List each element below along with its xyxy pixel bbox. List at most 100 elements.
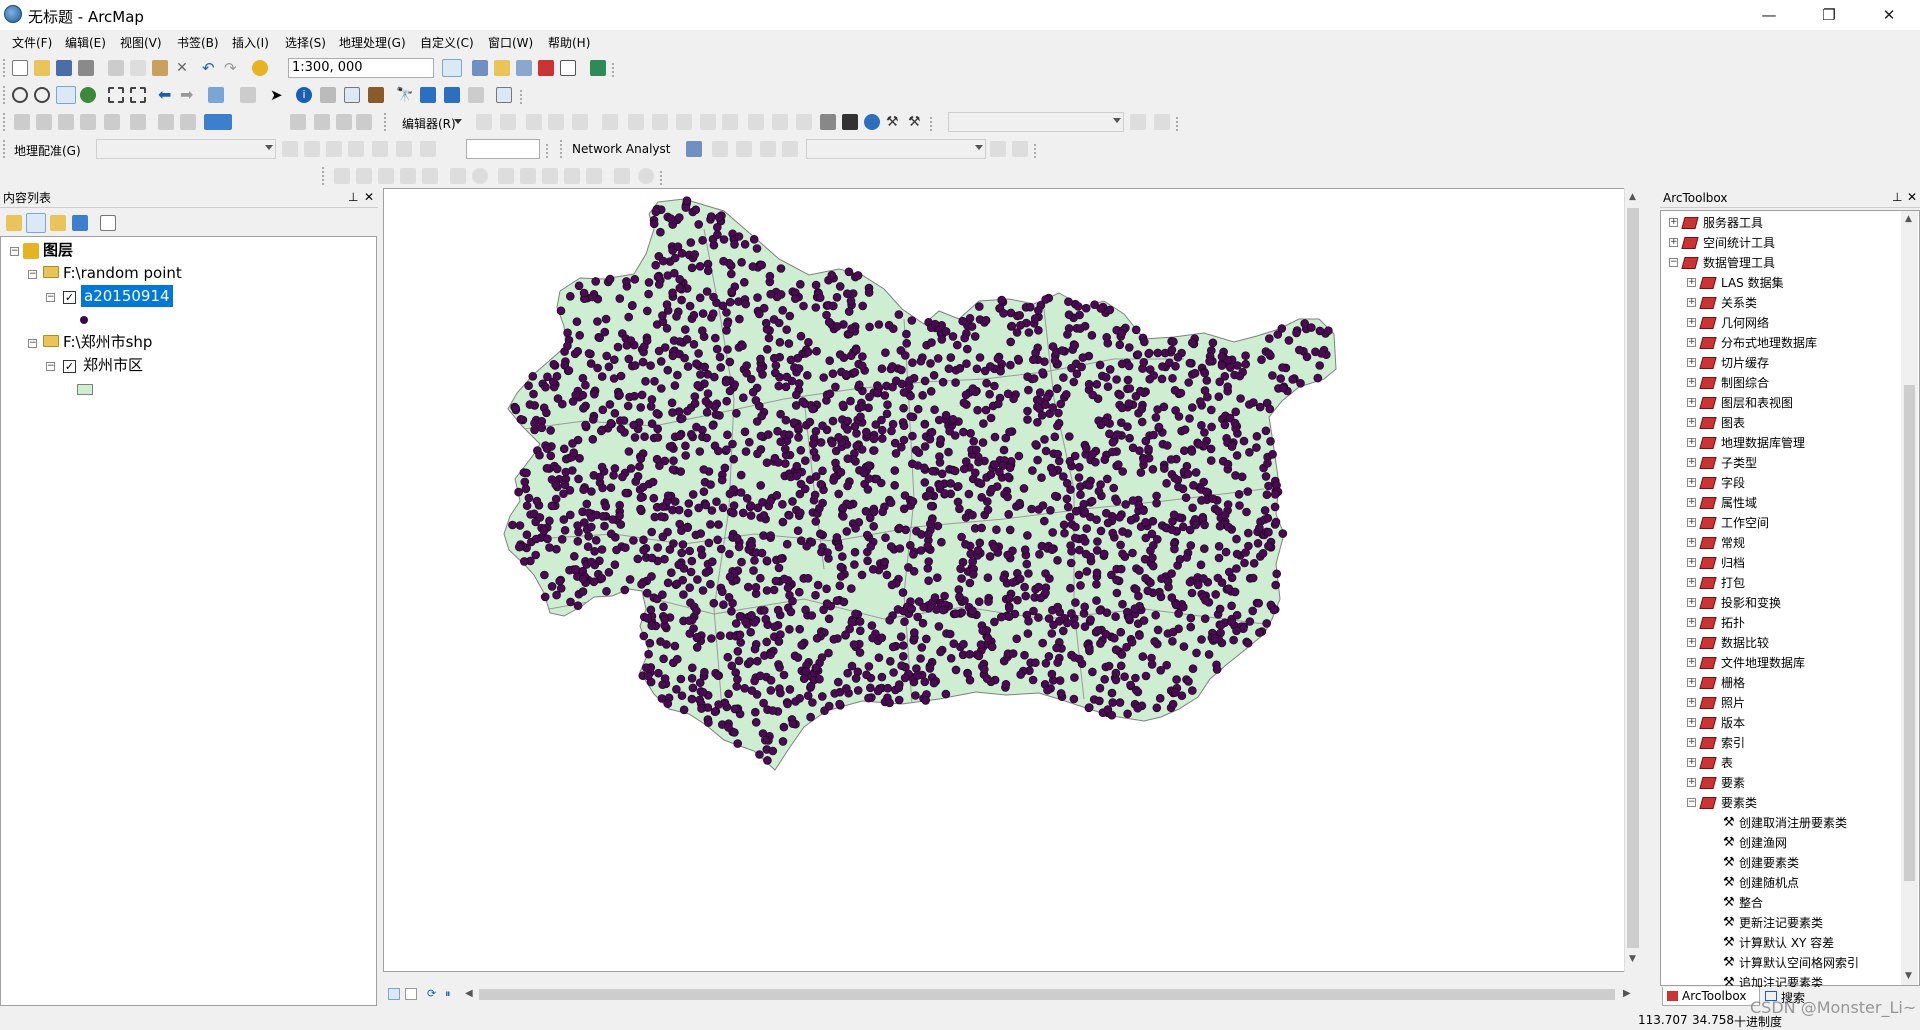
- menu-file[interactable]: 文件(F): [12, 34, 52, 51]
- expand-toggle[interactable]: +: [1687, 738, 1696, 747]
- toolbar-overflow[interactable]: [546, 144, 550, 158]
- expand-toggle[interactable]: +: [1687, 718, 1696, 727]
- layer-name[interactable]: 郑州市区: [83, 354, 143, 376]
- data-view-icon[interactable]: [388, 988, 400, 1000]
- expand-toggle[interactable]: +: [1687, 398, 1696, 407]
- list-by-visibility-icon[interactable]: [50, 215, 66, 231]
- list-by-source-icon[interactable]: [26, 213, 46, 233]
- toolset-item[interactable]: 图层和表视图: [1721, 393, 1793, 413]
- toolset-item[interactable]: 制图综合: [1721, 373, 1769, 393]
- map-view[interactable]: [383, 188, 1626, 972]
- georeferencing-menu[interactable]: 地理配准(G): [14, 142, 81, 159]
- editor-menu[interactable]: 编辑器(R): [402, 115, 456, 132]
- toolset-item[interactable]: 要素类: [1721, 793, 1757, 813]
- refresh-icon[interactable]: ⟳: [427, 987, 436, 1000]
- color-swatch-icon[interactable]: [204, 114, 232, 130]
- undo-icon[interactable]: ↶: [202, 60, 218, 76]
- scroll-thumb[interactable]: [479, 989, 1615, 1000]
- go-to-xy-icon[interactable]: [444, 87, 460, 103]
- toolbar-overflow[interactable]: [520, 90, 524, 104]
- menu-selection[interactable]: 选择(S): [285, 34, 326, 51]
- full-extent-icon[interactable]: [80, 87, 96, 103]
- expand-toggle[interactable]: +: [1687, 438, 1696, 447]
- scroll-thumb[interactable]: [1627, 208, 1639, 948]
- save-icon[interactable]: [56, 60, 72, 76]
- expand-toggle[interactable]: +: [1687, 578, 1696, 587]
- expand-toggle[interactable]: +: [1687, 758, 1696, 767]
- pin-icon[interactable]: ⊥: [1892, 190, 1902, 204]
- toc-window-icon[interactable]: [472, 60, 488, 76]
- toolset-item[interactable]: 几何网络: [1721, 313, 1769, 333]
- menu-bookmarks[interactable]: 书签(B): [177, 34, 219, 51]
- map-horizontal-scrollbar[interactable]: ⟳ ⏸ ◀ ▶: [383, 986, 1641, 1003]
- find-icon[interactable]: 🔭: [396, 87, 413, 103]
- tool-item[interactable]: 创建随机点: [1739, 873, 1799, 893]
- tool-item[interactable]: 创建渔网: [1739, 833, 1787, 853]
- scroll-down-icon[interactable]: ▼: [1905, 971, 1912, 981]
- toolbox-item[interactable]: 服务器工具: [1703, 213, 1763, 233]
- expand-toggle[interactable]: +: [1687, 538, 1696, 547]
- layers-root[interactable]: 图层: [43, 239, 73, 261]
- toolset-item[interactable]: 工作空间: [1721, 513, 1769, 533]
- toolset-item[interactable]: 子类型: [1721, 453, 1757, 473]
- expand-toggle[interactable]: −: [1687, 798, 1696, 807]
- toolset-item[interactable]: 文件地理数据库: [1721, 653, 1805, 673]
- forward-extent-icon[interactable]: ➡: [180, 87, 196, 103]
- toolbox-item[interactable]: 数据管理工具: [1703, 253, 1775, 273]
- toolbox-scrollbar[interactable]: ▲ ▼: [1901, 211, 1918, 985]
- identify-icon[interactable]: i: [296, 87, 312, 103]
- map-canvas[interactable]: [384, 189, 1625, 971]
- minimize-button[interactable]: —: [1746, 0, 1792, 30]
- expand-toggle[interactable]: +: [1687, 678, 1696, 687]
- expand-toggle[interactable]: +: [1687, 378, 1696, 387]
- python-window-icon[interactable]: [560, 60, 576, 76]
- toolbar-overflow[interactable]: [612, 63, 616, 77]
- expand-toggle[interactable]: +: [1687, 358, 1696, 367]
- menu-help[interactable]: 帮助(H): [548, 34, 590, 51]
- data-source-path[interactable]: F:\郑州市shp: [63, 331, 152, 353]
- menu-geoprocessing[interactable]: 地理处理(G): [339, 34, 406, 51]
- delete-icon[interactable]: ✕: [174, 60, 190, 76]
- scroll-up-icon[interactable]: ▲: [1629, 192, 1636, 202]
- measure-icon[interactable]: [368, 87, 384, 103]
- tool-item[interactable]: 创建要素类: [1739, 853, 1799, 873]
- open-icon[interactable]: [34, 60, 50, 76]
- list-by-drawing-order-icon[interactable]: [6, 215, 22, 231]
- arctoolbox-icon[interactable]: [538, 60, 554, 76]
- scroll-left-icon[interactable]: ◀: [465, 988, 473, 999]
- modelbuilder-icon[interactable]: [590, 60, 606, 76]
- layer-visibility-checkbox[interactable]: ✓: [63, 291, 76, 304]
- expand-toggle[interactable]: +: [1687, 498, 1696, 507]
- menu-edit[interactable]: 编辑(E): [65, 34, 106, 51]
- hyperlink-icon[interactable]: [320, 87, 336, 103]
- map-vertical-scrollbar[interactable]: ▲ ▼: [1624, 188, 1641, 972]
- fixed-zoom-out-icon[interactable]: [130, 87, 146, 103]
- expand-toggle[interactable]: +: [1687, 318, 1696, 327]
- toolbar-overflow[interactable]: [1176, 117, 1180, 131]
- toolset-item[interactable]: 索引: [1721, 733, 1745, 753]
- toolset-item[interactable]: 数据比较: [1721, 633, 1769, 653]
- toolbar-overflow[interactable]: [930, 117, 934, 131]
- measure-bar-icon[interactable]: [842, 114, 858, 130]
- maximize-button[interactable]: ❐: [1806, 0, 1852, 30]
- expand-toggle[interactable]: +: [1687, 518, 1696, 527]
- toolset-item[interactable]: 归档: [1721, 553, 1745, 573]
- scale-combobox[interactable]: 1:300, 000: [288, 58, 434, 78]
- tool-item[interactable]: 创建取消注册要素类: [1739, 813, 1847, 833]
- layout-view-icon[interactable]: [405, 988, 417, 1000]
- toolbar-overflow[interactable]: [660, 171, 664, 185]
- menu-view[interactable]: 视图(V): [120, 34, 162, 51]
- toolbox-item[interactable]: 空间统计工具: [1703, 233, 1775, 253]
- toolset-item[interactable]: 栅格: [1721, 673, 1745, 693]
- search-window-icon[interactable]: [516, 60, 532, 76]
- toolset-item[interactable]: 表: [1721, 753, 1733, 773]
- toolset-item[interactable]: 关系类: [1721, 293, 1757, 313]
- tool-item[interactable]: 计算默认空间格网索引: [1739, 953, 1859, 973]
- catalog-icon[interactable]: [494, 60, 510, 76]
- expand-toggle[interactable]: +: [1687, 478, 1696, 487]
- pan-icon[interactable]: [56, 86, 76, 104]
- expand-toggle[interactable]: +: [1669, 218, 1678, 227]
- scroll-right-icon[interactable]: ▶: [1623, 988, 1631, 999]
- fixed-zoom-in-icon[interactable]: [108, 87, 124, 103]
- globe-tool-icon[interactable]: [864, 114, 880, 130]
